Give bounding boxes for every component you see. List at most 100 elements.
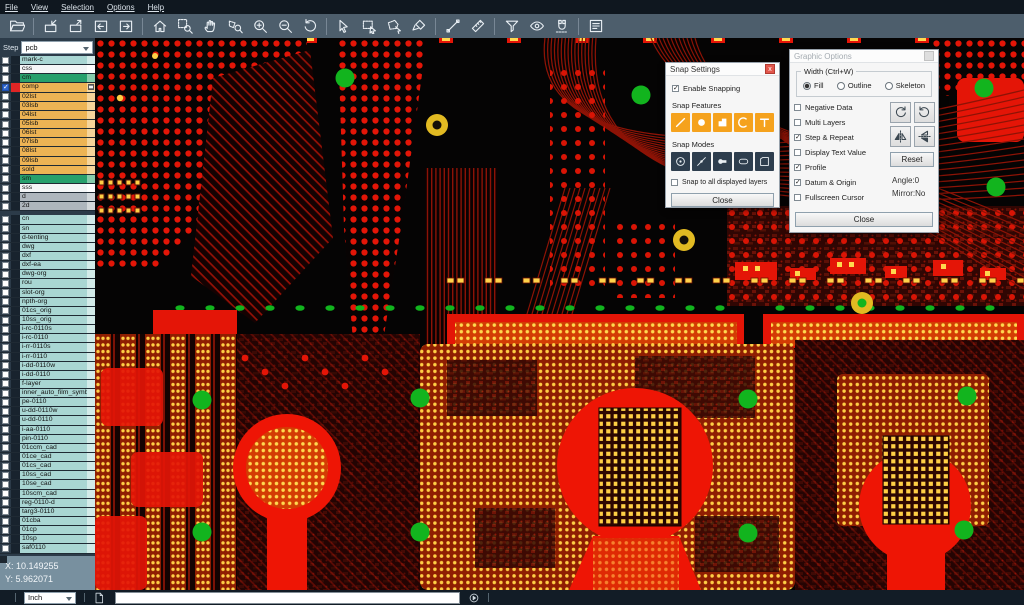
layer-checkbox-d-tenting[interactable] xyxy=(2,234,9,241)
layer-extra-cell[interactable] xyxy=(87,279,95,287)
layer-color-swatch[interactable] xyxy=(11,480,20,488)
layer-checkbox-01cba[interactable] xyxy=(2,518,9,525)
layer-color-swatch[interactable] xyxy=(11,471,20,479)
layer-extra-cell[interactable] xyxy=(87,435,95,443)
layer-color-swatch[interactable] xyxy=(11,298,20,306)
layer-checkbox-d[interactable] xyxy=(2,194,9,201)
layer-color-swatch[interactable] xyxy=(11,166,20,174)
layer-color-swatch[interactable] xyxy=(11,261,20,269)
zoom-previous-button[interactable] xyxy=(297,16,322,37)
layer-color-swatch[interactable] xyxy=(11,334,20,342)
layer-row-09lsb[interactable]: 09lsb xyxy=(0,157,95,166)
layer-color-swatch[interactable] xyxy=(11,490,20,498)
layer-row-sss[interactable]: sss xyxy=(0,184,95,193)
layer-extra-cell[interactable] xyxy=(87,65,95,73)
layer-checkbox-08lst[interactable] xyxy=(2,148,9,155)
layer-row-saf0110[interactable]: saf0110 xyxy=(0,544,95,553)
view-forward-button[interactable] xyxy=(113,16,138,37)
layer-checkbox-sn[interactable] xyxy=(2,225,9,232)
layer-color-swatch[interactable] xyxy=(11,453,20,461)
layer-checkbox-i-rr-0110[interactable] xyxy=(2,353,9,360)
layer-checkbox-2d[interactable] xyxy=(2,203,9,210)
layer-color-swatch[interactable] xyxy=(11,407,20,415)
layer-color-swatch[interactable] xyxy=(11,371,20,379)
layer-row-d[interactable]: d xyxy=(0,193,95,202)
layer-color-swatch[interactable] xyxy=(11,243,20,251)
checkbox-icon[interactable] xyxy=(794,104,801,111)
layer-color-swatch[interactable] xyxy=(11,535,20,543)
layer-checkbox-u-dd-0110w[interactable] xyxy=(2,408,9,415)
layer-color-swatch[interactable] xyxy=(11,129,20,137)
layer-color-swatch[interactable] xyxy=(11,426,20,434)
layer-row-03lsb[interactable]: 03lsb xyxy=(0,102,95,111)
layer-extra-cell[interactable] xyxy=(87,480,95,488)
layer-color-swatch[interactable] xyxy=(11,444,20,452)
layer-extra-cell[interactable] xyxy=(87,526,95,534)
layer-extra-cell[interactable] xyxy=(87,462,95,470)
select-button[interactable] xyxy=(331,16,356,37)
layer-checkbox-05lsb[interactable] xyxy=(2,121,9,128)
layer-row-dwg[interactable]: dwg xyxy=(0,243,95,252)
graphic-options-titlebar[interactable]: Graphic Options xyxy=(790,50,938,63)
snap-settings-titlebar[interactable]: Snap Settings x xyxy=(666,63,779,76)
layer-row-01cba[interactable]: 01cba xyxy=(0,517,95,526)
layer-row-04lst[interactable]: 04lst xyxy=(0,111,95,120)
layer-color-swatch[interactable] xyxy=(11,157,20,165)
layer-row-pin-0110[interactable]: pin-0110 xyxy=(0,435,95,444)
layer-color-swatch[interactable] xyxy=(11,289,20,297)
snap-feature-pad-button[interactable] xyxy=(692,113,711,132)
graphic-option-profile[interactable]: Profile xyxy=(794,160,888,174)
layer-row-i-aa-0110[interactable]: i-aa-0110 xyxy=(0,426,95,435)
snap-mode-corner-button[interactable] xyxy=(755,152,774,171)
layer-extra-cell[interactable] xyxy=(87,184,95,192)
snap-feature-line-button[interactable] xyxy=(671,113,690,132)
layer-color-swatch[interactable] xyxy=(11,93,20,101)
snap-mode-slot-outline-button[interactable] xyxy=(734,152,753,171)
layer-row-targ3-0110[interactable]: targ3-0110 xyxy=(0,508,95,517)
layer-row-u-dd-0110w[interactable]: u-dd-0110w xyxy=(0,407,95,416)
layer-row-05lsb[interactable]: 05lsb xyxy=(0,120,95,129)
layer-row-slot-org[interactable]: slot-org xyxy=(0,289,95,298)
layer-checkbox-f-layer[interactable] xyxy=(2,380,9,387)
filter-button[interactable] xyxy=(499,16,524,37)
layer-checkbox-slot-org[interactable] xyxy=(2,289,9,296)
command-input[interactable] xyxy=(115,592,460,604)
layer-checkbox-cm[interactable] xyxy=(2,75,9,82)
home-button[interactable] xyxy=(147,16,172,37)
layer-row-dxf-ea[interactable]: dxf-ea xyxy=(0,261,95,270)
layer-row-u-dd-0110[interactable]: u-dd-0110 xyxy=(0,416,95,425)
layer-color-swatch[interactable] xyxy=(11,398,20,406)
layer-checkbox-dwg[interactable] xyxy=(2,243,9,250)
layer-checkbox-inner_auto_film_symb[interactable] xyxy=(2,390,9,397)
layer-row-2d[interactable]: 2d xyxy=(0,202,95,211)
layer-color-swatch[interactable] xyxy=(11,307,20,315)
layer-extra-cell[interactable] xyxy=(87,102,95,110)
layer-checkbox-sold[interactable] xyxy=(2,166,9,173)
layer-checkbox-pin-0110[interactable] xyxy=(2,435,9,442)
close-icon[interactable]: x xyxy=(765,64,775,74)
select-polygon-button[interactable] xyxy=(381,16,406,37)
notes-panel-button[interactable] xyxy=(583,16,608,37)
layer-color-swatch[interactable] xyxy=(11,435,20,443)
layer-checkbox-pe-0110[interactable] xyxy=(2,399,9,406)
layer-checkbox-09lsb[interactable] xyxy=(2,157,9,164)
checkbox-icon[interactable] xyxy=(794,164,801,171)
layer-checkbox-10ss_cad[interactable] xyxy=(2,472,9,479)
snap-magnet-button[interactable] xyxy=(549,16,574,37)
graphic-option-multi-layers[interactable]: Multi Layers xyxy=(794,115,888,129)
layer-extra-cell[interactable] xyxy=(87,289,95,297)
reset-button[interactable]: Reset xyxy=(890,152,934,167)
layer-extra-cell[interactable] xyxy=(87,371,95,379)
layer-extra-cell[interactable] xyxy=(87,225,95,233)
layer-extra-cell[interactable] xyxy=(87,444,95,452)
layer-extra-cell[interactable] xyxy=(87,157,95,165)
layer-color-swatch[interactable] xyxy=(11,362,20,370)
layer-row-i-rc-0110[interactable]: i-rc-0110 xyxy=(0,334,95,343)
layer-row-10ss_orig[interactable]: 10ss_orig xyxy=(0,316,95,325)
layer-color-swatch[interactable] xyxy=(11,499,20,507)
zoom-in-button[interactable] xyxy=(247,16,272,37)
layer-row-f-layer[interactable]: f-layer xyxy=(0,380,95,389)
zoom-window-button[interactable] xyxy=(172,16,197,37)
layer-color-swatch[interactable] xyxy=(11,83,20,91)
menu-item-options[interactable]: Options xyxy=(107,3,135,12)
